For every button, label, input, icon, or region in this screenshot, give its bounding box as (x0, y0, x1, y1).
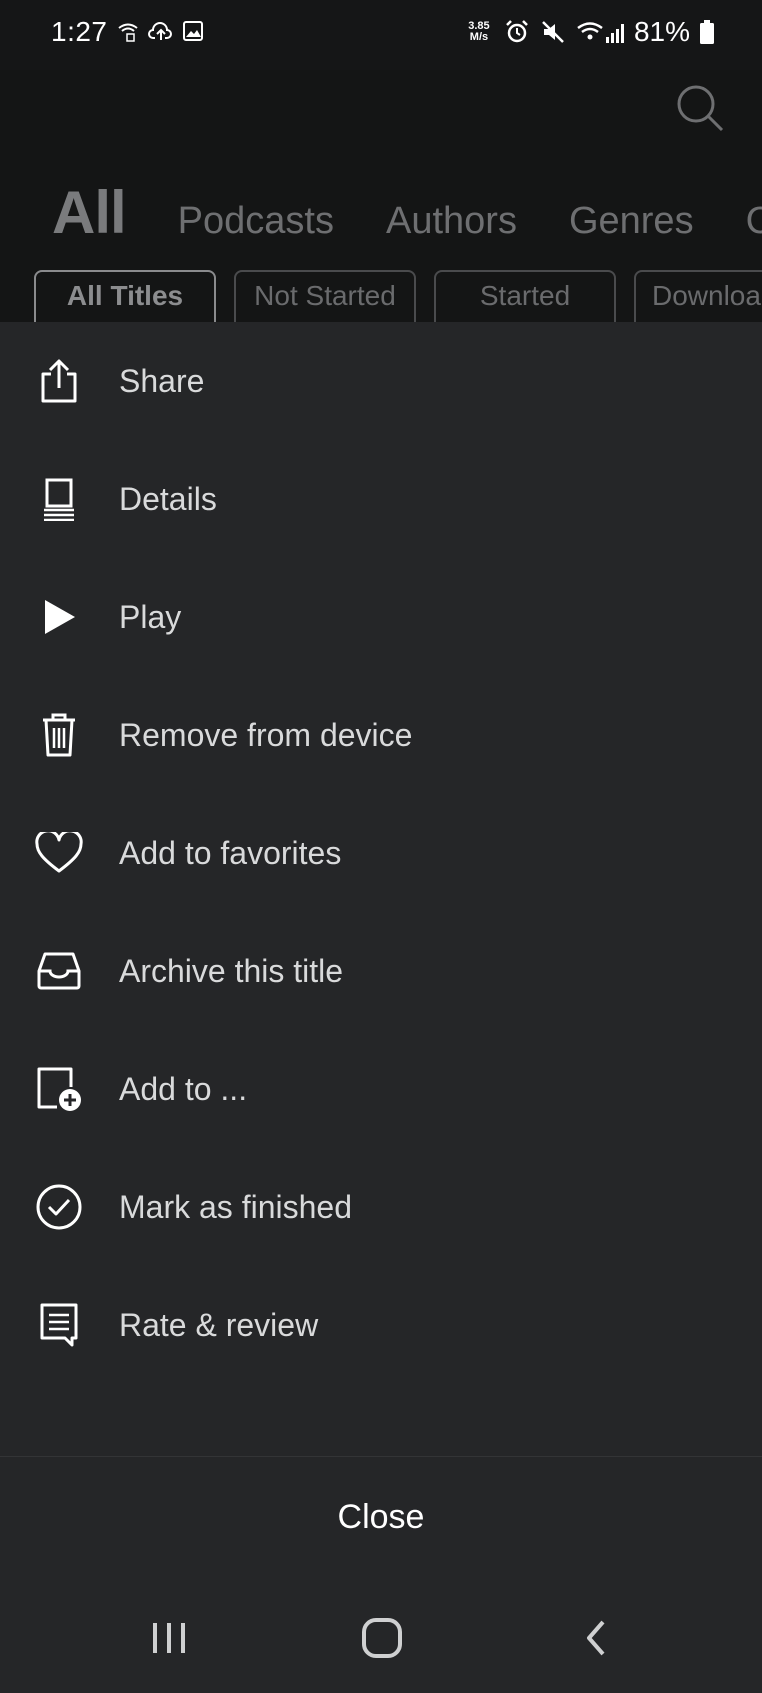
menu-item-rate-review[interactable]: Rate & review (0, 1266, 762, 1384)
menu-item-remove-from-device[interactable]: Remove from device (0, 676, 762, 794)
wifi-signal-icon (576, 19, 624, 45)
home-button[interactable] (352, 1608, 412, 1668)
library-filters: All Titles Not Started Started Downloa (34, 270, 762, 322)
divider (0, 1456, 762, 1457)
search-button[interactable] (674, 82, 726, 134)
menu-item-archive[interactable]: Archive this title (0, 912, 762, 1030)
filter-started[interactable]: Started (434, 270, 616, 322)
menu-item-label: Add to favorites (119, 834, 342, 871)
check-circle-icon (34, 1182, 84, 1232)
wifi-calling-icon (116, 20, 140, 44)
trash-icon (34, 710, 84, 760)
cloud-upload-icon (148, 20, 174, 44)
library-background: All Podcasts Authors Genres C All Titles… (0, 70, 762, 322)
recent-apps-button[interactable] (139, 1608, 199, 1668)
recent-apps-icon (153, 1623, 185, 1653)
screen: 1:27 3.85 M/s 81% All Podcasts Authors G… (0, 0, 762, 1693)
action-sheet: Share Details Play Remove from device Ad (0, 322, 762, 1693)
menu-item-label: Share (119, 362, 205, 399)
archive-icon (34, 946, 84, 996)
review-icon (34, 1300, 84, 1350)
back-icon (587, 1620, 605, 1656)
alarm-icon (504, 19, 530, 45)
menu-item-add-to[interactable]: Add to ... (0, 1030, 762, 1148)
menu-item-play[interactable]: Play (0, 558, 762, 676)
network-speed: 3.85 M/s (464, 21, 494, 43)
add-to-collection-icon (34, 1064, 84, 1114)
menu-item-add-to-favorites[interactable]: Add to favorites (0, 794, 762, 912)
mute-icon (540, 19, 566, 45)
menu-item-share[interactable]: Share (0, 322, 762, 440)
menu-item-label: Play (119, 598, 182, 635)
search-icon (677, 85, 724, 132)
details-icon (34, 474, 84, 524)
menu-item-label: Archive this title (119, 952, 344, 989)
menu-item-mark-as-finished[interactable]: Mark as finished (0, 1148, 762, 1266)
library-tabs: All Podcasts Authors Genres C (52, 178, 762, 247)
tab-authors[interactable]: Authors (386, 200, 517, 243)
navigation-bar (0, 1590, 762, 1693)
battery-icon (700, 20, 714, 44)
heart-icon (34, 828, 84, 878)
menu-item-label: Mark as finished (119, 1188, 352, 1225)
play-icon (34, 592, 84, 642)
menu-item-details[interactable]: Details (0, 440, 762, 558)
network-speed-unit: M/s (469, 31, 489, 43)
status-time: 1:27 (51, 16, 108, 47)
filter-all-titles[interactable]: All Titles (34, 270, 216, 322)
tab-collections[interactable]: C (746, 200, 762, 243)
status-left-icons (116, 20, 204, 44)
filter-downloaded[interactable]: Downloa (634, 270, 762, 322)
tab-all[interactable]: All (52, 178, 127, 247)
menu-item-label: Details (119, 480, 217, 517)
share-icon (34, 356, 84, 406)
tab-podcasts[interactable]: Podcasts (178, 200, 334, 243)
close-button[interactable]: Close (0, 1458, 762, 1576)
tab-genres[interactable]: Genres (569, 200, 694, 243)
status-bar: 1:27 3.85 M/s 81% (0, 0, 762, 70)
menu-item-label: Add to ... (119, 1070, 248, 1107)
status-right-icons: 3.85 M/s 81% (464, 16, 714, 48)
menu-item-label: Rate & review (119, 1306, 319, 1343)
image-icon (182, 20, 204, 44)
home-icon (362, 1618, 402, 1658)
back-button[interactable] (566, 1608, 626, 1668)
battery-percent: 81% (633, 16, 690, 47)
filter-not-started[interactable]: Not Started (234, 270, 416, 322)
menu-item-label: Remove from device (119, 716, 413, 753)
